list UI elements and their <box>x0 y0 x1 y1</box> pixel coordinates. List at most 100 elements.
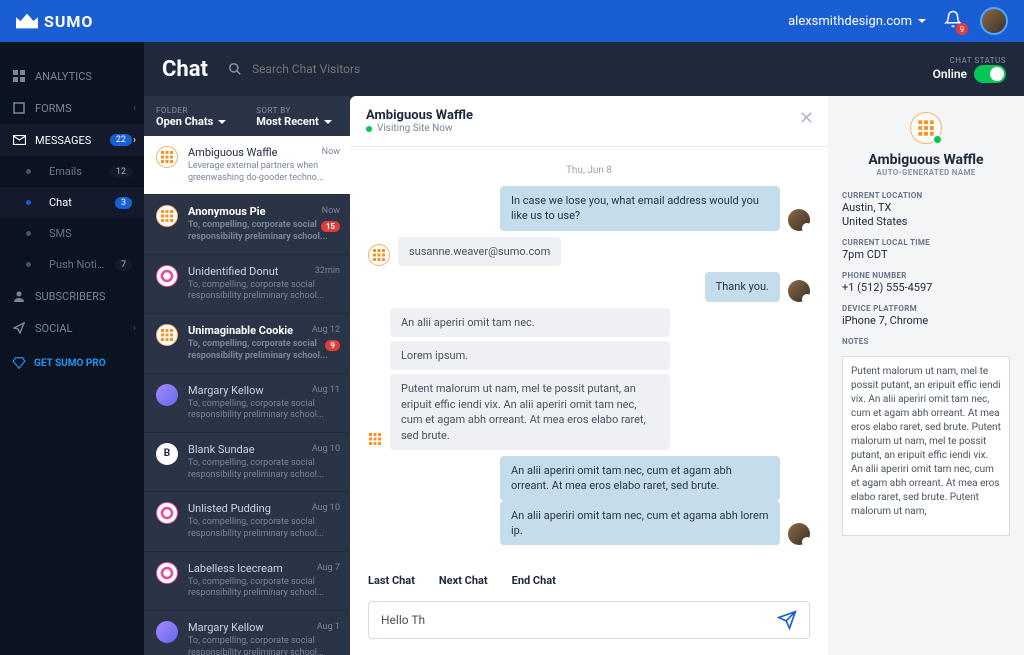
chat-subtitle: Visiting Site Now <box>366 123 473 134</box>
message-bubble: Lorem ipsum. <box>390 341 670 370</box>
nav-label: SOCIAL <box>35 322 132 335</box>
top-bar: SUMO alexsmithdesign.com 9 <box>0 0 1024 42</box>
nav-badge: 12 <box>110 166 132 178</box>
chat-header: Ambiguous Waffle Visiting Site Now ✕ <box>350 96 828 147</box>
messages-scroll[interactable]: Thu, Jun 8 In case we lose you, what ema… <box>350 147 828 566</box>
message-row: An alii aperiri omit tam nec, cum et aga… <box>368 456 810 546</box>
conv-scroll[interactable]: Ambiguous WaffleLeverage external partne… <box>144 136 350 655</box>
search-input[interactable] <box>252 62 452 76</box>
message-row: In case we lose you, what email address … <box>368 186 810 231</box>
waffle-icon <box>156 205 178 227</box>
diamond-icon <box>12 356 26 370</box>
person-icon <box>12 289 26 303</box>
conversation-item[interactable]: Margary KellowTo, compelling, corporate … <box>144 374 350 433</box>
agent-avatar <box>788 209 810 231</box>
sort-label: SORT BY <box>256 106 332 115</box>
nav-social[interactable]: SOCIAL › <box>0 312 144 344</box>
close-button[interactable]: ✕ <box>799 108 814 129</box>
conversation-item[interactable]: Unidentified DonutTo, compelling, corpor… <box>144 255 350 314</box>
conversation-item[interactable]: Labelless IcecreamTo, compelling, corpor… <box>144 552 350 611</box>
conv-time: Aug 7 <box>317 563 340 573</box>
nav-emails[interactable]: Emails 12 <box>0 156 144 187</box>
conv-preview: To, compelling, corporate social respons… <box>188 220 338 243</box>
message-bubble: Putent malorum ut nam, mel te possit put… <box>390 374 670 450</box>
visitor-avatar <box>368 244 390 266</box>
conv-time: Aug 1 <box>317 622 340 632</box>
nav-label: SMS <box>49 227 132 240</box>
chat-actions: Last Chat Next Chat End Chat <box>350 566 828 595</box>
field-label: DEVICE PLATFORM <box>842 304 1010 313</box>
conversation-item[interactable]: BBlank SundaeTo, compelling, corporate s… <box>144 433 350 492</box>
conv-preview: To, compelling, corporate social respons… <box>188 399 338 422</box>
grid-icon <box>12 69 26 83</box>
nav-sms[interactable]: SMS <box>0 218 144 249</box>
conversation-item[interactable]: Ambiguous WaffleLeverage external partne… <box>144 136 350 195</box>
folder-dropdown[interactable]: Open Chats <box>156 115 226 128</box>
nav-push[interactable]: Push Notifi... 7 <box>0 249 144 280</box>
online-dot-icon <box>933 135 942 144</box>
field-label: NOTES <box>842 337 1010 346</box>
conv-preview: To, compelling, corporate social respons… <box>188 339 338 362</box>
auto-name-label: AUTO-GENERATED NAME <box>842 168 1010 177</box>
unread-badge: 15 <box>321 221 340 232</box>
status-value: Online <box>933 67 967 81</box>
profile-name: Ambiguous Waffle <box>842 152 1010 168</box>
conv-time: Aug 12 <box>312 325 340 335</box>
pro-label: GET SUMO PRO <box>34 358 106 369</box>
dot-icon <box>26 169 31 174</box>
nav-label: MESSAGES <box>35 134 101 147</box>
conversation-list: FOLDER Open Chats SORT BY Most Recent Am… <box>144 96 350 655</box>
message-input[interactable] <box>381 613 777 627</box>
conversation-item[interactable]: Anonymous Pie To, compelling, corporate s… <box>144 195 350 254</box>
profile-avatar <box>910 112 942 144</box>
nav-forms[interactable]: FORMS › <box>0 92 144 124</box>
logo-crown-icon <box>16 13 38 29</box>
field-value: 7pm CDT <box>842 248 1010 261</box>
list-header: FOLDER Open Chats SORT BY Most Recent <box>144 96 350 136</box>
status-toggle[interactable] <box>974 65 1006 83</box>
conversation-item[interactable]: Margary KellowTo, compelling, corporate … <box>144 611 350 655</box>
search-icon <box>228 62 242 76</box>
sort-dropdown[interactable]: Most Recent <box>256 115 332 128</box>
conv-preview: To, compelling, corporate social respons… <box>188 577 338 600</box>
field-value: Austin, TX <box>842 201 1010 214</box>
nav-label: Emails <box>49 165 101 178</box>
conv-time: Now <box>322 147 340 157</box>
nav-label: ANALYTICS <box>35 70 132 83</box>
field-value: United States <box>842 215 1010 228</box>
send-button[interactable] <box>777 610 797 630</box>
conversation-item[interactable]: Unimaginable CookieTo, compelling, corpo… <box>144 314 350 373</box>
chat-title: Ambiguous Waffle <box>366 108 473 123</box>
share-icon <box>12 321 26 335</box>
get-pro-button[interactable]: GET SUMO PRO <box>0 344 144 382</box>
nav-label: Push Notifi... <box>49 258 106 271</box>
conv-preview: To, compelling, corporate social respons… <box>188 458 338 481</box>
nav-messages[interactable]: MESSAGES 22 › <box>0 124 144 156</box>
donut-icon <box>156 502 178 524</box>
notes-textarea[interactable] <box>842 356 1010 536</box>
chevron-right-icon: › <box>133 323 136 334</box>
status-label: CHAT STATUS <box>933 56 1006 65</box>
conversation-item[interactable]: Unlisted PuddingTo, compelling, corporat… <box>144 492 350 551</box>
last-chat-button[interactable]: Last Chat <box>368 574 415 587</box>
field-value: +1 (512) 555-4597 <box>842 281 1010 294</box>
nav-label: FORMS <box>35 102 132 115</box>
conv-name: Anonymous Pie <box>188 205 338 218</box>
user-avatar[interactable] <box>980 7 1008 35</box>
nav-chat[interactable]: Chat 3 <box>0 187 144 218</box>
domain-switcher[interactable]: alexsmithdesign.com <box>788 14 926 29</box>
nav-subscribers[interactable]: SUBSCRIBERS <box>0 280 144 312</box>
notifications-button[interactable]: 9 <box>944 10 962 32</box>
dot-icon <box>26 200 31 205</box>
page-header: Chat CHAT STATUS Online <box>144 42 1024 96</box>
next-chat-button[interactable]: Next Chat <box>439 574 488 587</box>
dot-icon <box>26 262 31 267</box>
nav-analytics[interactable]: ANALYTICS <box>0 60 144 92</box>
message-bubble: An alii aperiri omit tam nec, cum et aga… <box>500 501 780 546</box>
nav-label: SUBSCRIBERS <box>35 290 132 303</box>
donut-icon <box>156 562 178 584</box>
message-bubble: susanne.weaver@sumo.com <box>398 237 561 266</box>
conv-time: Aug 11 <box>312 385 340 395</box>
notification-badge: 9 <box>956 23 968 35</box>
end-chat-button[interactable]: End Chat <box>512 574 556 587</box>
